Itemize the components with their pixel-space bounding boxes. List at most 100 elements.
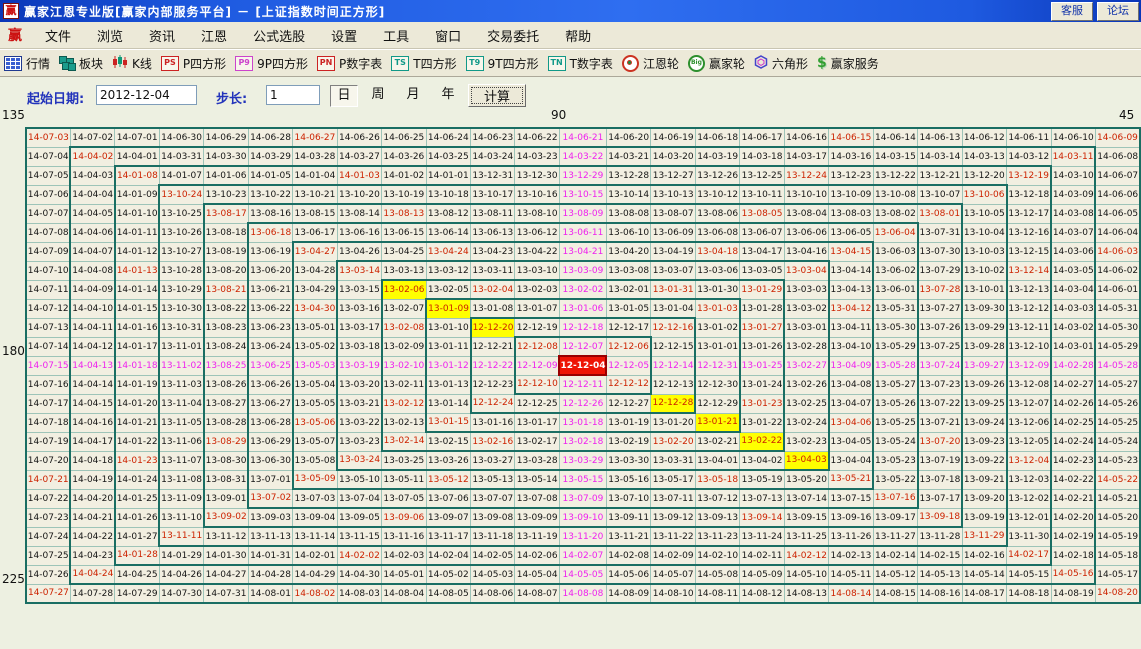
date-cell[interactable]: 13-08-12: [426, 204, 470, 223]
date-cell[interactable]: 13-07-10: [606, 489, 650, 508]
date-cell[interactable]: 14-04-16: [70, 413, 114, 432]
date-cell[interactable]: 13-12-17: [1007, 204, 1051, 223]
date-cell[interactable]: 12-12-14: [651, 356, 695, 375]
date-cell[interactable]: 12-12-09: [515, 356, 559, 375]
toolbar-button-4[interactable]: P99P四方形: [235, 55, 308, 72]
date-cell[interactable]: 14-08-09: [606, 584, 650, 603]
date-cell[interactable]: 14-07-04: [26, 147, 70, 166]
date-cell[interactable]: 14-08-06: [471, 584, 515, 603]
date-cell[interactable]: 12-12-04: [559, 356, 606, 375]
date-cell[interactable]: 13-06-30: [248, 451, 292, 470]
date-cell[interactable]: 14-04-20: [70, 489, 114, 508]
date-cell[interactable]: 13-02-05: [426, 280, 470, 299]
date-cell[interactable]: 13-09-27: [962, 356, 1006, 375]
date-cell[interactable]: 13-07-11: [651, 489, 695, 508]
date-cell[interactable]: 13-05-23: [873, 451, 917, 470]
date-cell[interactable]: 12-12-16: [651, 318, 695, 337]
date-cell[interactable]: 13-07-23: [918, 375, 962, 394]
date-cell[interactable]: 14-02-21: [1051, 489, 1095, 508]
date-cell[interactable]: 13-06-21: [248, 280, 292, 299]
date-cell[interactable]: 14-01-13: [115, 261, 159, 280]
date-cell[interactable]: 13-07-07: [471, 489, 515, 508]
date-cell[interactable]: 14-01-12: [115, 242, 159, 261]
date-cell[interactable]: 14-01-26: [115, 508, 159, 527]
date-cell[interactable]: 13-07-09: [559, 489, 606, 508]
date-cell[interactable]: 13-07-26: [918, 318, 962, 337]
date-cell[interactable]: 13-04-05: [829, 432, 873, 451]
date-cell[interactable]: 13-07-31: [918, 223, 962, 242]
date-cell[interactable]: 13-05-29: [873, 337, 917, 356]
date-cell[interactable]: 13-03-03: [784, 280, 828, 299]
date-cell[interactable]: 14-01-06: [204, 166, 248, 185]
date-cell[interactable]: 14-05-10: [784, 565, 828, 584]
date-cell[interactable]: 14-02-07: [559, 546, 606, 565]
date-cell[interactable]: 14-07-11: [26, 280, 70, 299]
date-cell[interactable]: 13-11-21: [606, 527, 650, 546]
date-cell[interactable]: 13-05-02: [293, 337, 337, 356]
date-cell[interactable]: 13-11-09: [159, 489, 203, 508]
date-cell[interactable]: 13-04-07: [829, 394, 873, 413]
period-button-年[interactable]: 年: [435, 85, 461, 105]
date-cell[interactable]: 13-10-11: [740, 185, 784, 204]
date-cell[interactable]: 14-04-13: [70, 356, 114, 375]
date-cell[interactable]: 13-12-18: [1007, 185, 1051, 204]
date-cell[interactable]: 13-07-18: [918, 470, 962, 489]
date-cell[interactable]: 14-03-31: [159, 147, 203, 166]
date-cell[interactable]: 13-11-25: [784, 527, 828, 546]
date-cell[interactable]: 13-03-26: [426, 451, 470, 470]
date-cell[interactable]: 14-04-15: [70, 394, 114, 413]
date-cell[interactable]: 14-03-27: [337, 147, 381, 166]
date-cell[interactable]: 14-04-19: [70, 470, 114, 489]
date-cell[interactable]: 13-07-12: [695, 489, 739, 508]
date-cell[interactable]: 14-04-08: [70, 261, 114, 280]
date-cell[interactable]: 14-03-25: [426, 147, 470, 166]
date-cell[interactable]: 14-08-14: [829, 584, 873, 603]
date-cell[interactable]: 14-01-16: [115, 318, 159, 337]
step-input[interactable]: [266, 85, 320, 105]
date-cell[interactable]: 13-02-07: [382, 299, 426, 318]
date-cell[interactable]: 13-08-28: [204, 413, 248, 432]
date-cell[interactable]: 13-03-13: [382, 261, 426, 280]
date-cell[interactable]: 13-08-25: [204, 356, 248, 375]
date-cell[interactable]: 14-07-02: [70, 128, 114, 147]
date-cell[interactable]: 14-07-23: [26, 508, 70, 527]
date-cell[interactable]: 13-10-30: [159, 299, 203, 318]
date-cell[interactable]: 14-03-08: [1051, 204, 1095, 223]
date-cell[interactable]: 14-02-05: [471, 546, 515, 565]
date-cell[interactable]: 14-04-26: [159, 565, 203, 584]
date-cell[interactable]: 13-03-18: [337, 337, 381, 356]
date-cell[interactable]: 14-05-17: [1095, 565, 1140, 584]
date-cell[interactable]: 13-08-03: [829, 204, 873, 223]
date-cell[interactable]: 13-05-14: [515, 470, 559, 489]
date-cell[interactable]: 12-12-29: [695, 394, 739, 413]
date-cell[interactable]: 14-08-11: [695, 584, 739, 603]
date-cell[interactable]: 13-05-13: [471, 470, 515, 489]
date-cell[interactable]: 13-12-05: [1007, 432, 1051, 451]
date-cell[interactable]: 13-09-18: [918, 508, 962, 527]
date-cell[interactable]: 13-10-01: [962, 280, 1006, 299]
date-cell[interactable]: 14-05-31: [1095, 299, 1140, 318]
date-cell[interactable]: 13-01-07: [515, 299, 559, 318]
forum-button[interactable]: 论坛: [1097, 2, 1139, 21]
date-cell[interactable]: 13-10-15: [559, 185, 606, 204]
date-cell[interactable]: 13-12-27: [651, 166, 695, 185]
date-cell[interactable]: 13-02-08: [382, 318, 426, 337]
date-cell[interactable]: 13-03-22: [337, 413, 381, 432]
menu-item-4[interactable]: 公式选股: [240, 26, 318, 45]
date-cell[interactable]: 14-02-14: [873, 546, 917, 565]
date-cell[interactable]: 14-04-24: [70, 565, 114, 584]
date-cell[interactable]: 14-06-18: [695, 128, 739, 147]
date-cell[interactable]: 13-07-05: [382, 489, 426, 508]
date-cell[interactable]: 14-06-06: [1095, 185, 1140, 204]
date-cell[interactable]: 14-07-29: [115, 584, 159, 603]
date-cell[interactable]: 14-01-18: [115, 356, 159, 375]
date-cell[interactable]: 13-10-18: [426, 185, 470, 204]
date-cell[interactable]: 14-03-07: [1051, 223, 1095, 242]
date-cell[interactable]: 14-05-16: [1051, 565, 1095, 584]
date-cell[interactable]: 13-12-23: [829, 166, 873, 185]
date-cell[interactable]: 14-07-22: [26, 489, 70, 508]
calculate-button[interactable]: 计算: [468, 84, 526, 107]
date-cell[interactable]: 14-07-17: [26, 394, 70, 413]
date-cell[interactable]: 13-06-17: [293, 223, 337, 242]
date-cell[interactable]: 14-08-16: [918, 584, 962, 603]
